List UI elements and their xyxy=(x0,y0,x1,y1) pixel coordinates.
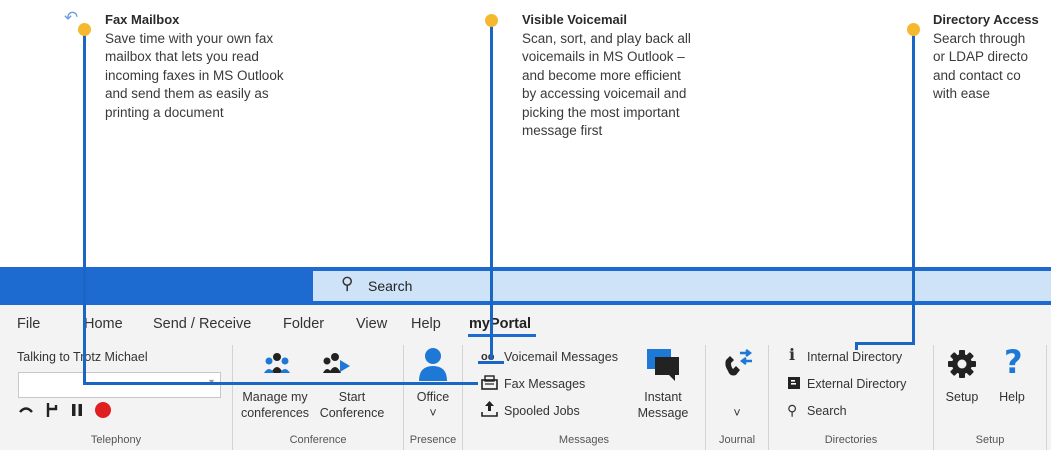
callout-title: Fax Mailbox xyxy=(105,12,180,27)
search-bar[interactable]: ⚲ Search xyxy=(313,271,1051,301)
external-directory-icon xyxy=(788,377,800,389)
leader-line xyxy=(855,342,915,345)
search-icon: ⚲ xyxy=(341,274,354,293)
leader-line xyxy=(855,342,858,350)
manage-conferences-label[interactable]: Manage my conferences xyxy=(236,389,314,421)
leader-line xyxy=(83,382,478,385)
callout-dot xyxy=(485,14,498,27)
callout-title: Visible Voicemail xyxy=(522,12,628,27)
group-label-presence: Presence xyxy=(409,434,457,446)
leader-line xyxy=(912,29,915,345)
help-icon[interactable]: ? xyxy=(1004,343,1023,381)
record-icon[interactable] xyxy=(94,401,112,419)
call-selector[interactable]: ▾ xyxy=(18,372,221,398)
undo-icon[interactable]: ↶ xyxy=(64,8,78,28)
search-label: Search xyxy=(368,278,413,294)
chevron-down-icon[interactable]: ˅ xyxy=(404,405,462,421)
gear-icon[interactable] xyxy=(948,350,976,378)
group-label-directories: Directories xyxy=(824,434,878,446)
external-directory-item[interactable]: External Directory xyxy=(807,376,906,392)
hangup-icon[interactable] xyxy=(18,403,34,417)
menu-view[interactable]: View xyxy=(356,316,387,332)
start-conference-label[interactable]: Start Conference xyxy=(313,389,391,421)
callout-fax-mailbox: Fax Mailbox Save time with your own fax … xyxy=(105,11,340,122)
menu-send-receive[interactable]: Send / Receive xyxy=(153,316,251,332)
spooled-jobs-icon xyxy=(481,401,498,417)
manage-conferences-icon[interactable] xyxy=(263,351,291,375)
directory-search-item[interactable]: Search xyxy=(807,403,847,419)
refresh-icon[interactable]: ⟳ xyxy=(28,8,42,28)
callout-text: Scan, sort, and play back all voicemails… xyxy=(522,30,691,139)
quick-access-dropdown-icon[interactable]: ▿ xyxy=(99,8,105,28)
menu-home[interactable]: Home xyxy=(84,316,123,332)
presence-status-label[interactable]: Office xyxy=(404,389,462,405)
group-label-messages: Messages xyxy=(558,434,610,446)
callout-visible-voicemail: Visible Voicemail Scan, sort, and play b… xyxy=(522,11,757,141)
group-label-setup: Setup xyxy=(975,434,1005,446)
instant-message-icon[interactable] xyxy=(645,347,681,383)
setup-label[interactable]: Setup xyxy=(942,389,982,405)
internal-directory-icon: i xyxy=(789,345,796,364)
fax-messages-item[interactable]: Fax Messages xyxy=(504,376,585,392)
callout-text: Search through or LDAP directo and conta… xyxy=(933,30,1029,102)
search-icon: ⚲ xyxy=(787,402,798,418)
menu-help[interactable]: Help xyxy=(411,316,441,332)
leader-line xyxy=(490,20,493,360)
instant-message-label[interactable]: Instant Message xyxy=(625,389,701,421)
pause-icon[interactable] xyxy=(70,403,84,417)
spooled-jobs-item[interactable]: Spooled Jobs xyxy=(504,403,580,419)
callout-text: Save time with your own fax mailbox that… xyxy=(105,30,284,120)
active-tab-indicator xyxy=(468,334,536,337)
callout-dot xyxy=(907,23,920,36)
group-label-conference: Conference xyxy=(289,434,347,446)
group-separator xyxy=(1046,345,1047,450)
voicemail-messages-item[interactable]: Voicemail Messages xyxy=(504,349,618,365)
fax-icon xyxy=(481,375,498,390)
group-label-journal: Journal xyxy=(718,434,756,446)
callout-dot xyxy=(78,23,91,36)
presence-person-icon[interactable] xyxy=(418,347,448,381)
group-label-telephony: Telephony xyxy=(90,434,142,446)
callout-directory-access: Directory Access Search through or LDAP … xyxy=(933,11,1051,104)
start-conference-icon[interactable] xyxy=(323,351,351,375)
leader-line xyxy=(83,29,86,385)
internal-directory-item[interactable]: Internal Directory xyxy=(807,349,902,365)
help-label[interactable]: Help xyxy=(994,389,1030,405)
chevron-down-icon[interactable]: ˅ xyxy=(706,405,768,421)
menu-folder[interactable]: Folder xyxy=(283,316,324,332)
menu-file[interactable]: File xyxy=(17,316,40,332)
menu-myportal[interactable]: myPortal xyxy=(469,316,531,332)
leader-line xyxy=(478,361,504,364)
transfer-icon[interactable] xyxy=(44,401,60,419)
callout-title: Directory Access xyxy=(933,12,1039,27)
journal-icon[interactable] xyxy=(722,349,754,379)
